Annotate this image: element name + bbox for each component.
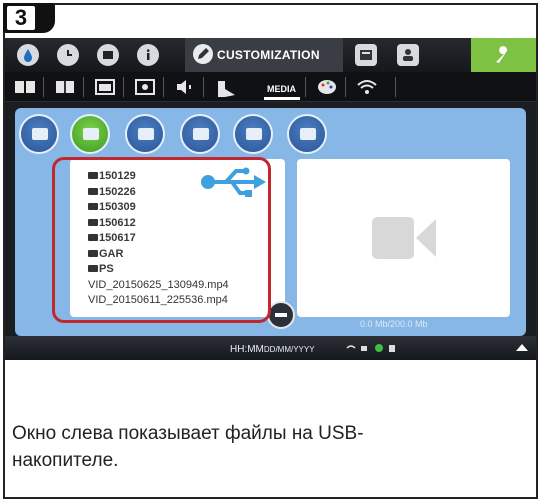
status-icons xyxy=(346,344,395,352)
step-badge: 3 xyxy=(3,3,55,33)
file-list-highlight xyxy=(52,157,271,323)
droplet-icon[interactable] xyxy=(17,44,39,66)
pen-icon xyxy=(193,44,213,64)
picture-icon[interactable] xyxy=(93,77,117,97)
step-number: 3 xyxy=(7,6,35,30)
time-display: HH:MM xyxy=(230,344,264,355)
photo-icon xyxy=(32,128,48,140)
media-category-grid[interactable] xyxy=(287,114,327,154)
tab-customization-label: CUSTOMIZATION xyxy=(217,48,320,62)
tv-icon xyxy=(138,128,154,140)
media-category-camera[interactable] xyxy=(180,114,220,154)
sub-bar: MEDIA xyxy=(5,72,536,102)
storage-capacity: 0.0 Mb/200.0 Mb xyxy=(360,319,428,329)
remove-button[interactable] xyxy=(267,301,295,329)
description-text: Окно слева показывает файлы на USB-накоп… xyxy=(12,423,364,471)
book-icon[interactable] xyxy=(13,77,37,97)
media-icon[interactable] xyxy=(215,77,239,97)
user-icon[interactable] xyxy=(397,44,419,66)
media-category-photos[interactable] xyxy=(19,114,59,154)
grid-icon xyxy=(300,128,316,140)
media-label: MEDIA xyxy=(267,84,296,94)
speaker-icon[interactable] xyxy=(173,77,197,97)
media-underline xyxy=(264,97,300,100)
media-category-video[interactable] xyxy=(70,114,110,154)
date-display: DD/MM/YYYY xyxy=(263,345,315,354)
palette-icon[interactable] xyxy=(315,77,339,97)
tab-customization[interactable]: CUSTOMIZATION xyxy=(185,38,343,72)
clock-icon[interactable] xyxy=(57,44,79,66)
camera-icon xyxy=(193,128,209,140)
video-preview xyxy=(297,159,510,317)
screen-icon[interactable] xyxy=(355,44,377,66)
book-open-icon[interactable] xyxy=(53,77,77,97)
chevron-up-icon[interactable] xyxy=(515,342,529,352)
video-icon xyxy=(83,128,99,140)
time-date: HH:MMDD/MM/YYYY xyxy=(230,344,315,355)
media-category-tv[interactable] xyxy=(125,114,165,154)
wrench-icon[interactable] xyxy=(471,38,536,72)
top-bar: CUSTOMIZATION xyxy=(5,38,536,72)
display-icon[interactable] xyxy=(97,44,119,66)
video-camera-icon xyxy=(372,217,436,259)
gallery-icon xyxy=(246,128,262,140)
wifi-icon[interactable] xyxy=(355,77,379,97)
info-icon[interactable] xyxy=(137,44,159,66)
media-category-gallery[interactable] xyxy=(233,114,273,154)
image-frame-icon[interactable] xyxy=(133,77,157,97)
